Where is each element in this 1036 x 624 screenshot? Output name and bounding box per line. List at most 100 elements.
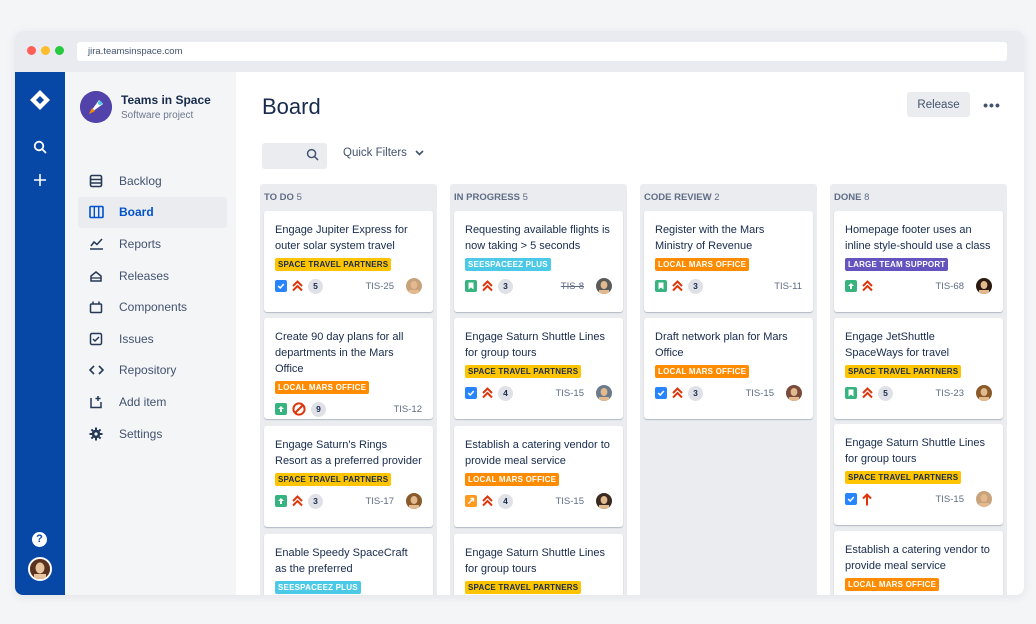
sidebar-item-add-item[interactable]: Add item xyxy=(78,386,227,418)
issue-card[interactable]: Draft network plan for Mars Office LOCAL … xyxy=(644,318,813,419)
issue-card[interactable]: Homepage footer uses an inline style-sho… xyxy=(834,211,1003,312)
issue-summary: Establish a catering vendor to provide m… xyxy=(465,439,610,467)
assignee-avatar[interactable] xyxy=(786,385,802,401)
story-type-icon xyxy=(845,387,857,399)
assignee-avatar[interactable] xyxy=(596,385,612,401)
improvement-type-icon xyxy=(845,280,857,292)
address-bar[interactable]: jira.teamsinspace.com xyxy=(77,42,1007,61)
project-header[interactable]: Teams in Space Software project xyxy=(80,91,211,123)
sidebar-item-backlog[interactable]: Backlog xyxy=(78,165,227,197)
highest-priority-icon xyxy=(482,387,493,399)
column-count: 2 xyxy=(714,192,720,203)
epic-label: LOCAL MARS OFFICE xyxy=(655,258,750,271)
highest-priority-icon xyxy=(482,495,493,507)
issue-card[interactable]: Establish a catering vendor to provide m… xyxy=(834,531,1003,595)
column-count: 5 xyxy=(522,192,528,203)
release-button[interactable]: Release xyxy=(907,92,970,117)
issue-summary: Create 90 day plans for all departments … xyxy=(275,331,404,375)
story-points-badge: 5 xyxy=(308,278,323,294)
issue-card[interactable]: Enable Speedy SpaceCraft as the preferre… xyxy=(264,534,433,595)
column-count: 5 xyxy=(296,192,302,203)
card-footer: 3 TIS-8 xyxy=(465,272,612,300)
sidebar-item-label: Settings xyxy=(119,426,163,441)
column-in-progress: IN PROGRESS 5 Requesting available flight… xyxy=(450,184,627,595)
task-type-icon xyxy=(465,387,477,399)
story-points-badge: 5 xyxy=(878,385,893,401)
search-icon[interactable] xyxy=(28,135,52,159)
quick-filters-dropdown[interactable]: Quick Filters xyxy=(343,147,424,159)
issue-card[interactable]: Engage Saturn Shuttle Lines for group to… xyxy=(454,534,623,595)
highest-priority-icon xyxy=(482,280,493,292)
column-header: IN PROGRESS 5 xyxy=(450,184,627,212)
sidebar-item-repository[interactable]: Repository xyxy=(78,355,227,387)
repository-icon xyxy=(88,362,104,378)
issues-icon xyxy=(88,331,104,347)
card-footer: 4 TIS-15 xyxy=(465,379,612,407)
task-type-icon xyxy=(845,493,857,505)
project-nav: Backlog Board Reports Releases Components Iss… xyxy=(78,165,227,449)
sidebar-item-issues[interactable]: Issues xyxy=(78,323,227,355)
assignee-avatar[interactable] xyxy=(596,493,612,509)
column-header: DONE 8 xyxy=(830,184,1007,212)
issue-key[interactable]: TIS-11 xyxy=(774,281,802,292)
issue-summary: Homepage footer uses an inline style-sho… xyxy=(845,224,991,252)
issue-summary: Engage Saturn Shuttle Lines for group to… xyxy=(845,437,986,465)
assignee-avatar[interactable] xyxy=(406,493,422,509)
sidebar-item-components[interactable]: Components xyxy=(78,291,227,323)
sidebar-item-releases[interactable]: Releases xyxy=(78,260,227,292)
task-type-icon xyxy=(275,280,287,292)
issue-card[interactable]: Create 90 day plans for all departments … xyxy=(264,318,433,419)
issue-card[interactable]: Engage Jupiter Express for outer solar s… xyxy=(264,211,433,312)
issue-card[interactable]: Requesting available flights is now taki… xyxy=(454,211,623,312)
epic-label: SPACE TRAVEL PARTNERS xyxy=(275,258,392,271)
highest-priority-icon xyxy=(862,280,873,292)
close-window-button[interactable] xyxy=(27,46,36,55)
issue-key[interactable]: TIS-23 xyxy=(935,388,964,399)
issue-card[interactable]: Establish a catering vendor to provide m… xyxy=(454,426,623,527)
sidebar-item-reports[interactable]: Reports xyxy=(78,228,227,260)
epic-label: LARGE TEAM SUPPORT xyxy=(845,258,949,271)
maximize-window-button[interactable] xyxy=(55,46,64,55)
more-options-icon[interactable]: ••• xyxy=(981,92,1003,117)
column-title: DONE xyxy=(834,192,862,203)
assignee-avatar[interactable] xyxy=(596,278,612,294)
issue-card[interactable]: Engage JetShuttle SpaceWays for travel SP… xyxy=(834,318,1003,419)
chevron-down-icon xyxy=(415,147,424,159)
assignee-avatar[interactable] xyxy=(976,385,992,401)
highest-priority-icon xyxy=(862,387,873,399)
issue-key[interactable]: TIS-8 xyxy=(561,281,584,292)
issue-key[interactable]: TIS-68 xyxy=(935,281,964,292)
issue-key[interactable]: TIS-25 xyxy=(365,281,394,292)
epic-label: LOCAL MARS OFFICE xyxy=(275,381,370,394)
create-icon[interactable] xyxy=(28,168,52,192)
issue-summary: Engage Saturn Shuttle Lines for group to… xyxy=(465,547,606,575)
project-type: Software project xyxy=(121,110,194,121)
issue-key[interactable]: TIS-15 xyxy=(555,496,584,507)
jira-logo-icon[interactable] xyxy=(28,88,52,112)
assignee-avatar[interactable] xyxy=(976,278,992,294)
issue-card[interactable]: Engage Saturn Shuttle Lines for group to… xyxy=(834,424,1003,525)
sidebar-item-label: Components xyxy=(119,300,188,315)
column-count: 8 xyxy=(864,192,870,203)
highest-priority-icon xyxy=(292,280,303,292)
sidebar-item-board[interactable]: Board xyxy=(78,196,227,229)
backlog-icon xyxy=(88,173,104,189)
sidebar-item-settings[interactable]: Settings xyxy=(78,418,227,450)
issue-card[interactable]: Register with the Mars Ministry of Reven… xyxy=(644,211,813,312)
assignee-avatar[interactable] xyxy=(976,491,992,507)
issue-key[interactable]: TIS-12 xyxy=(393,404,422,415)
user-avatar[interactable] xyxy=(28,557,52,581)
help-icon[interactable]: ? xyxy=(32,532,47,547)
issue-card[interactable]: Engage Saturn's Rings Resort as a prefer… xyxy=(264,426,433,527)
issue-card[interactable]: Engage Saturn Shuttle Lines for group to… xyxy=(454,318,623,419)
story-points-badge: 3 xyxy=(688,385,703,401)
column-header: TO DO 5 xyxy=(260,184,437,212)
issue-key[interactable]: TIS-15 xyxy=(555,388,584,399)
minimize-window-button[interactable] xyxy=(41,46,50,55)
issue-key[interactable]: TIS-15 xyxy=(935,494,964,505)
assignee-avatar[interactable] xyxy=(406,278,422,294)
issue-key[interactable]: TIS-15 xyxy=(745,388,774,399)
column-title: IN PROGRESS xyxy=(454,192,520,203)
column-to-do: TO DO 5 Engage Jupiter Express for outer … xyxy=(260,184,437,595)
issue-key[interactable]: TIS-17 xyxy=(365,496,394,507)
